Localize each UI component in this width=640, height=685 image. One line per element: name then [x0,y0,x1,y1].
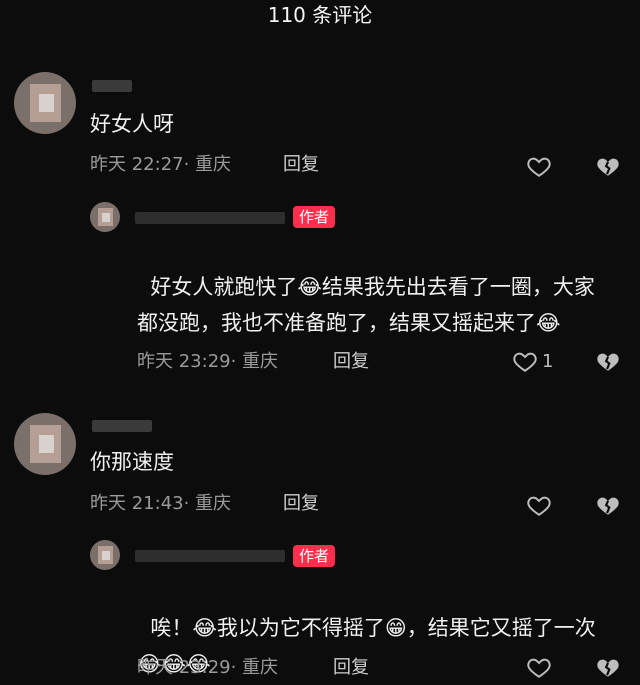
comment-text: 你那速度 [90,450,174,474]
broken-heart-icon[interactable] [595,153,621,179]
avatar[interactable] [14,413,76,475]
avatar[interactable] [90,202,120,232]
broken-heart-icon[interactable] [595,492,621,518]
comment-meta: 昨天 22:27· 重庆 [90,154,232,175]
username-blurred[interactable] [135,550,285,562]
avatar[interactable] [14,72,76,134]
comments-count-title: 110 条评论 [267,3,373,27]
comment-meta: 昨天 21:43· 重庆 [90,493,232,514]
heart-outline-icon[interactable] [512,348,538,374]
broken-heart-icon[interactable] [595,654,621,680]
comment-text: 好女人呀 [90,112,174,136]
author-badge: 作者 [293,206,336,228]
reply-meta: 昨天 23:29· 重庆 [137,351,279,372]
reply-button[interactable]: 回复 [333,656,369,680]
username-blurred[interactable] [92,420,152,432]
reply-text: 好女人就跑快了😂结果我先出去看了一圈，大家都没跑，我也不准备跑了，结果又摇起来了… [137,275,595,335]
reply-meta: 昨天 23:29· 重庆 [137,657,279,678]
reply-button[interactable]: 回复 [283,153,319,177]
reply-button[interactable]: 回复 [333,350,369,374]
reply-button[interactable]: 回复 [283,492,319,516]
author-badge: 作者 [293,545,336,567]
avatar[interactable] [90,540,120,570]
like-count: 1 [542,351,554,372]
heart-outline-icon[interactable] [526,492,552,518]
heart-outline-icon[interactable] [526,153,552,179]
username-blurred[interactable] [135,212,285,224]
heart-outline-icon[interactable] [526,654,552,680]
broken-heart-icon[interactable] [595,348,621,374]
username-blurred[interactable] [92,80,132,92]
